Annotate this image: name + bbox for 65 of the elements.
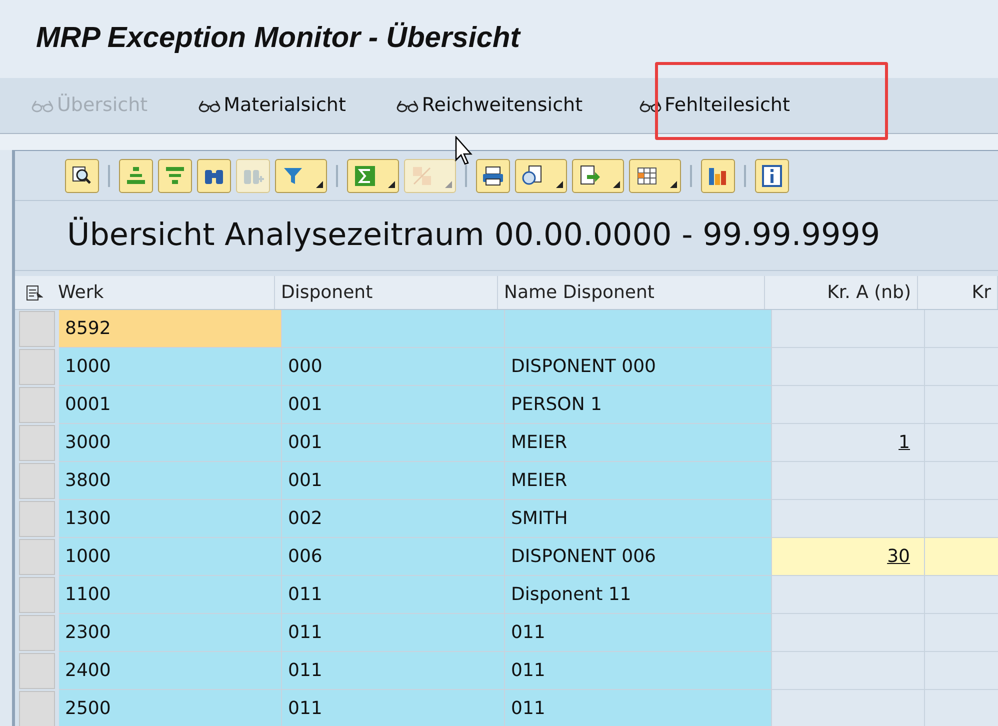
table-cell: DISPONENT 006: [505, 538, 772, 576]
table-cell: 1300: [59, 500, 282, 538]
table-cell: 011: [282, 614, 505, 652]
glasses-icon: [638, 98, 663, 112]
column-header[interactable]: Kr: [972, 279, 991, 306]
table-cell: PERSON 1: [505, 386, 772, 424]
table-cell: 1100: [59, 576, 282, 614]
view-button[interactable]: Reichweitensicht: [392, 91, 586, 120]
glasses-icon: [198, 98, 222, 112]
info-icon: [760, 164, 784, 188]
table-cell: DISPONENT 000: [505, 348, 772, 386]
table-cell: 2400: [59, 652, 282, 690]
column-header[interactable]: Kr. A (nb): [827, 279, 911, 306]
toolbar-button[interactable]: [629, 158, 681, 192]
toolbar-button[interactable]: [515, 158, 567, 192]
toolbar-button[interactable]: [572, 158, 624, 192]
view-button[interactable]: Fehlteilesicht: [636, 91, 793, 120]
table-cell: 011: [505, 614, 772, 652]
table-cell: 011: [282, 576, 505, 614]
table-cell: 001: [282, 424, 505, 462]
table-cell: 011: [282, 690, 505, 726]
table-title: Übersicht Analysezeitraum 00.00.0000 - 99.99.9999: [67, 216, 880, 256]
glasses-icon: [31, 98, 55, 112]
count-link[interactable]: 1: [898, 429, 910, 456]
table-cell: 2300: [59, 614, 282, 652]
dropdown-arrow-icon: [388, 180, 395, 188]
table-settings-icon[interactable]: [24, 284, 42, 302]
table-cell: 001: [282, 462, 505, 500]
table-cell: 8592: [59, 310, 282, 348]
dropdown-arrow-icon: [556, 180, 563, 188]
view-button[interactable]: Materialsicht: [194, 91, 349, 120]
column-header[interactable]: Werk: [58, 279, 104, 306]
column-header[interactable]: Disponent: [281, 279, 373, 306]
mouse-cursor-icon: [455, 136, 475, 166]
dropdown-arrow-icon: [613, 180, 620, 188]
table-cell: 2500: [59, 690, 282, 726]
table-cell: 011: [282, 652, 505, 690]
toolbar-button[interactable]: [755, 158, 789, 192]
table-cell: 1000: [59, 538, 282, 576]
document-export-icon: [578, 164, 602, 188]
table-cell: 3800: [59, 462, 282, 500]
table-cell: 011: [505, 652, 772, 690]
table-cell: SMITH: [505, 500, 772, 538]
table-cell: MEIER: [505, 424, 772, 462]
table-cell: 011: [505, 690, 772, 726]
sum-icon: [353, 164, 377, 188]
table-cell: 000: [282, 348, 505, 386]
table-cell: MEIER: [505, 462, 772, 500]
count-link[interactable]: 30: [887, 543, 910, 570]
table-cell: Disponent 11: [505, 576, 772, 614]
dropdown-arrow-icon: [445, 180, 452, 188]
table-cell: 001: [282, 386, 505, 424]
table-cell: 002: [282, 500, 505, 538]
printer-icon: [481, 164, 505, 188]
table-cell: 1000: [59, 348, 282, 386]
glasses-icon: [396, 98, 420, 112]
window-title: MRP Exception Monitor - Übersicht: [36, 21, 520, 56]
toolbar-button[interactable]: [65, 158, 99, 192]
dropdown-arrow-icon: [316, 180, 323, 188]
table-cell: 006: [282, 538, 505, 576]
column-header[interactable]: Name Disponent: [504, 279, 654, 306]
dropdown-arrow-icon: [670, 180, 677, 188]
toolbar-button[interactable]: [476, 158, 510, 192]
table-cell: 0001: [59, 386, 282, 424]
table-cell: 3000: [59, 424, 282, 462]
